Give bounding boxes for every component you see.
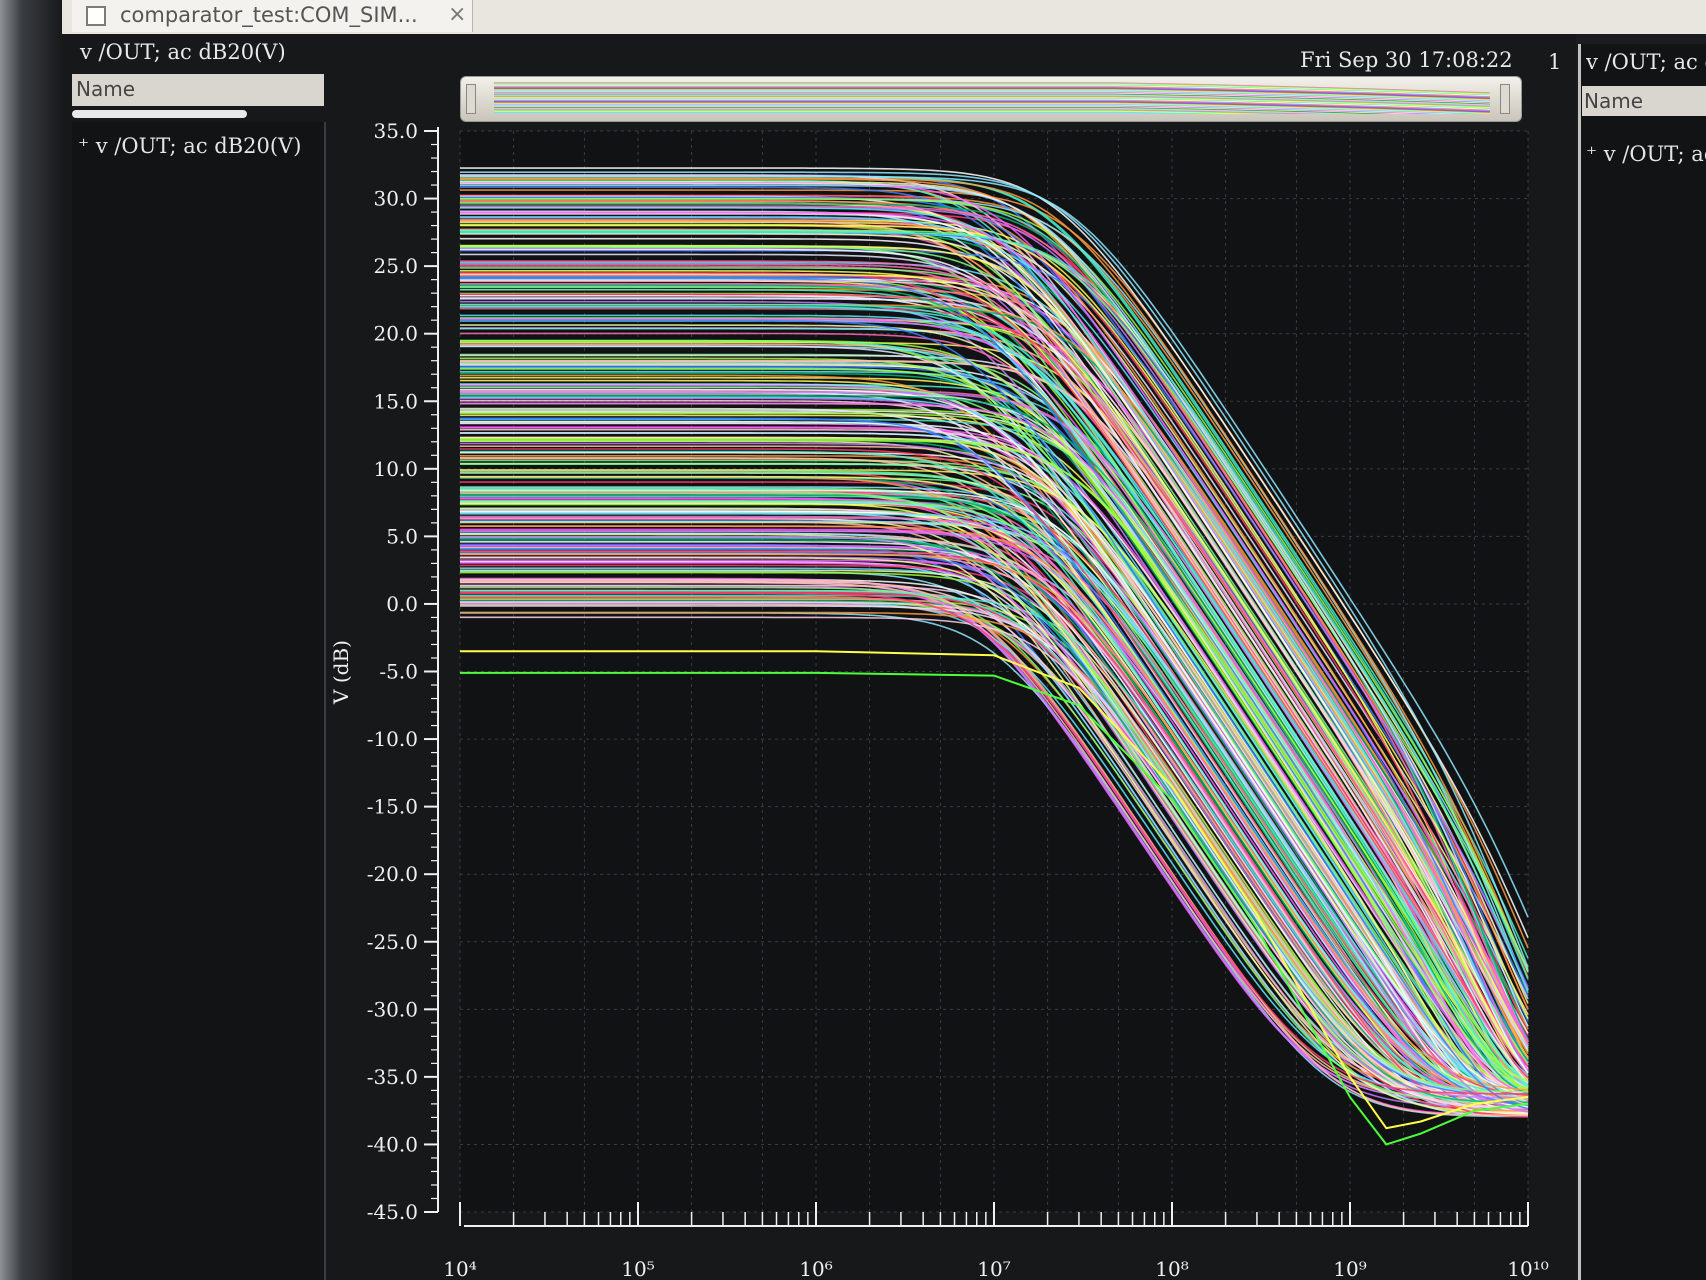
y-tick-label: 0.0 (386, 592, 418, 616)
y-tick-label: 20.0 (373, 322, 418, 346)
y-tick-label: 5.0 (386, 524, 418, 548)
y-tick-label: 35.0 (373, 119, 418, 143)
y-tick-label: -10.0 (367, 727, 418, 751)
y-tick-label: -40.0 (367, 1132, 418, 1156)
x-tick-label: 10¹⁰ (1507, 1257, 1548, 1280)
y-minor-ticks (424, 130, 438, 1213)
y-tick-label: -15.0 (367, 795, 418, 819)
y-tick-label: 10.0 (373, 457, 418, 481)
y-tick-label: 30.0 (373, 187, 418, 211)
y-tick-label: -5.0 (379, 660, 418, 684)
y-tick-label: 25.0 (373, 254, 418, 278)
x-tick-label: 10⁷ (977, 1257, 1010, 1280)
x-tick-label: 10⁶ (799, 1257, 832, 1280)
y-tick-label: -25.0 (367, 930, 418, 954)
y-axis-title: V (dB) (329, 640, 353, 705)
x-tick-label: 10⁴ (443, 1257, 476, 1280)
y-tick-label: -45.0 (367, 1200, 418, 1224)
y-tick-label: -30.0 (367, 997, 418, 1021)
bode-plot[interactable]: 35.0 30.0 25.0 20.0 15.0 10.0 5.0 0.0 -5.0 -10.0 -… (0, 0, 1706, 1280)
x-tick-label: 10⁵ (621, 1257, 654, 1280)
y-tick-label: -20.0 (367, 862, 418, 886)
x-tick-label: 10⁸ (1155, 1257, 1188, 1280)
y-tick-label: -35.0 (367, 1065, 418, 1089)
x-tick-label: 10⁹ (1333, 1257, 1366, 1280)
y-tick-label: 15.0 (373, 389, 418, 413)
